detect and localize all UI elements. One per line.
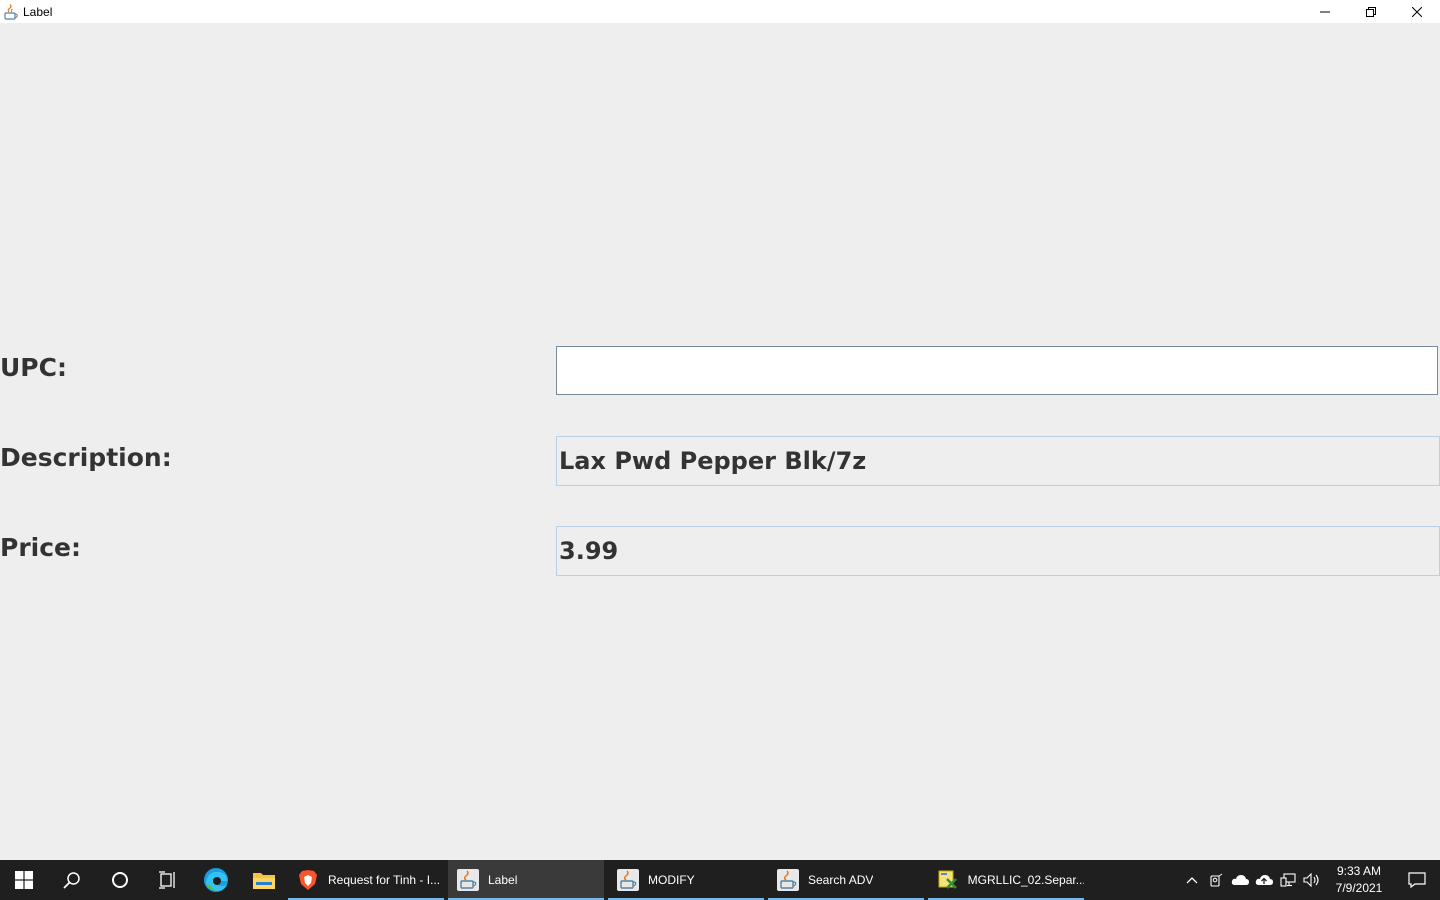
java-app-icon [3, 3, 19, 20]
clock-time: 9:33 AM [1336, 864, 1382, 878]
java-icon [456, 868, 480, 892]
brave-icon [296, 868, 320, 892]
minimize-button[interactable] [1302, 0, 1348, 23]
sql-tool-icon [936, 868, 960, 892]
taskbar-app-sql-tool[interactable]: MGRLLIC_02.Separ... [928, 860, 1084, 900]
title-bar[interactable]: Label [0, 0, 1440, 23]
price-label: Price: [0, 533, 81, 562]
java-icon [776, 868, 800, 892]
restore-icon [1366, 6, 1376, 17]
cortana-icon[interactable] [96, 860, 144, 900]
onedrive-icon[interactable] [1228, 860, 1252, 900]
close-button[interactable] [1394, 0, 1440, 23]
windows-start-icon[interactable] [0, 860, 48, 900]
java-icon [616, 868, 640, 892]
taskbar-app-search-adv[interactable]: Search ADV [768, 860, 924, 900]
edge-icon[interactable] [192, 860, 240, 900]
taskbar-app-modify[interactable]: MODIFY [608, 860, 764, 900]
volume-icon[interactable] [1300, 860, 1324, 900]
close-icon [1412, 6, 1422, 17]
upc-label: UPC: [0, 353, 67, 382]
chevron-up-icon[interactable] [1180, 860, 1204, 900]
minimize-icon [1320, 11, 1330, 12]
system-tray: 9:33 AM 7/9/2021 [1180, 860, 1440, 900]
task-view-icon[interactable] [144, 860, 192, 900]
taskbar-app-label: MODIFY [648, 873, 695, 887]
network-icon[interactable] [1276, 860, 1300, 900]
description-label: Description: [0, 443, 172, 472]
search-icon[interactable] [48, 860, 96, 900]
notification-center-icon[interactable] [1394, 860, 1440, 900]
window-controls [1302, 0, 1440, 23]
application-window: Label UPC: Description: Lax Pwd Pepper B… [0, 0, 1440, 860]
taskbar: Request for Tinh - I... Label MODIFY Sea… [0, 860, 1440, 900]
cloud-upload-icon[interactable] [1252, 860, 1276, 900]
description-field: Lax Pwd Pepper Blk/7z [556, 436, 1440, 486]
upc-input[interactable] [556, 346, 1438, 395]
restore-button[interactable] [1348, 0, 1394, 23]
taskbar-clock[interactable]: 9:33 AM 7/9/2021 [1324, 863, 1394, 897]
price-field: 3.99 [556, 526, 1440, 576]
taskbar-app-brave[interactable]: Request for Tinh - I... [288, 860, 444, 900]
clock-date: 7/9/2021 [1335, 881, 1383, 895]
window-title: Label [23, 4, 53, 19]
taskbar-app-label: MGRLLIC_02.Separ... [967, 873, 1084, 887]
taskbar-app-label: Label [488, 873, 518, 887]
taskbar-app-label-window[interactable]: Label [448, 860, 604, 900]
meet-now-icon[interactable] [1204, 860, 1228, 900]
file-explorer-icon[interactable] [240, 860, 288, 900]
taskbar-app-label: Request for Tinh - I... [328, 873, 441, 887]
taskbar-app-label: Search ADV [808, 873, 874, 887]
